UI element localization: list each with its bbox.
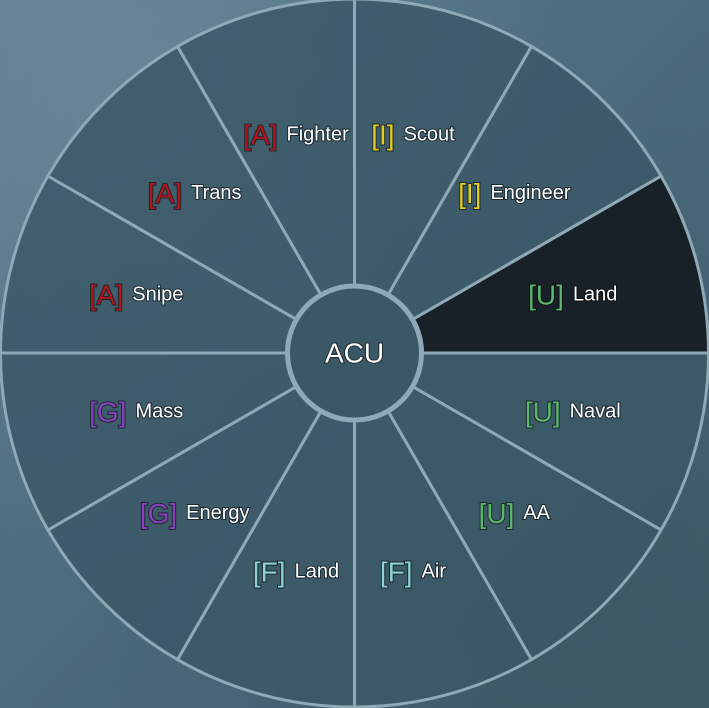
segment-label: AA — [523, 502, 550, 524]
segment-text: [A] Snipe — [89, 279, 183, 310]
segment-text: [F] Land — [253, 556, 339, 587]
segment-text: [I] Engineer — [458, 178, 571, 209]
segment-label: Naval — [570, 400, 621, 422]
segment-tag: [F] — [380, 556, 413, 587]
segment-text: [A] Fighter — [243, 119, 349, 150]
segment-tag: [U] — [528, 279, 564, 310]
game-background: [U] Land [U] Naval [U] AA [F] Air [F] Land [G] Ener… — [0, 0, 709, 708]
segment-label: Land — [573, 284, 618, 306]
segment-label: Engineer — [490, 182, 570, 204]
segment-tag: [F] — [253, 556, 286, 587]
segment-text: [G] Energy — [140, 497, 250, 528]
segment-tag: [U] — [525, 396, 561, 427]
segment-label: Snipe — [132, 284, 183, 306]
segment-tag: [U] — [479, 497, 515, 528]
segment-tag: [A] — [148, 178, 182, 209]
radial-command-wheel: [U] Land [U] Naval [U] AA [F] Air [F] Land [G] Ener… — [0, 0, 709, 708]
segment-label: Air — [422, 560, 447, 582]
segment-tag: [A] — [243, 119, 277, 150]
segment-tag: [G] — [140, 497, 177, 528]
segment-text: [U] Land — [528, 279, 617, 310]
segment-text: [A] Trans — [148, 178, 242, 209]
segment-label: Mass — [135, 400, 183, 422]
wheel-center-button[interactable]: ACU — [287, 285, 422, 421]
segment-label: Scout — [404, 124, 456, 146]
segment-label: Fighter — [286, 124, 349, 146]
segment-text: [G] Mass — [89, 396, 183, 427]
segment-tag: [I] — [458, 178, 481, 209]
segment-label: Land — [295, 560, 340, 582]
segment-tag: [A] — [89, 279, 123, 310]
segment-tag: [G] — [89, 396, 126, 427]
center-label: ACU — [325, 338, 384, 369]
segment-text: [U] Naval — [525, 396, 621, 427]
segment-tag: [I] — [371, 119, 394, 150]
segment-text: [I] Scout — [371, 119, 455, 150]
segment-label: Trans — [191, 182, 241, 204]
segment-label: Energy — [186, 502, 249, 524]
